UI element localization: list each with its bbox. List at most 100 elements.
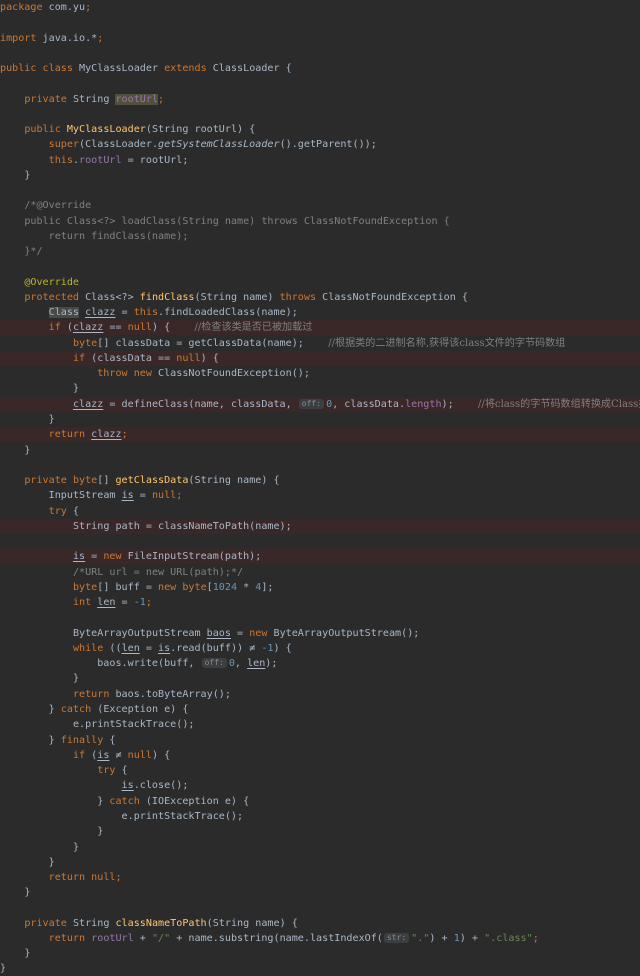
keyword-token: null (91, 872, 116, 883)
code-token: (IOException e) { (139, 796, 250, 807)
code-token: e.printStackTrace(); (121, 811, 244, 822)
brace: } (24, 948, 31, 959)
operator: = (133, 490, 152, 501)
keyword-token: extends (164, 63, 207, 74)
brace: } (97, 796, 104, 807)
string-token: ".class" (484, 933, 533, 944)
keyword-token: catch (109, 796, 140, 807)
type-token: Class (85, 292, 116, 303)
comment-token: //根据类的二进制名称,获得该class文件的字节码数组 (328, 338, 566, 349)
method-name: classNameToPath (115, 918, 207, 929)
keyword-token: new (103, 551, 122, 562)
type-token: InputStream (48, 490, 122, 501)
code-line-23: byte[] classData = getClassData(name); /… (0, 336, 640, 351)
variable-token: len (121, 643, 140, 654)
keyword-token: int (72, 597, 92, 608)
field-token: rootUrl (91, 933, 134, 944)
code-line-17: }*/ (0, 244, 640, 259)
keyword-token: import (0, 33, 37, 44)
code-token: ( (85, 750, 98, 761)
brace: } (72, 673, 80, 684)
keyword-token: this (48, 155, 73, 166)
code-line-39: byte[] buff = new byte[1024 * 4]; (72, 582, 274, 593)
code-line-14: /*@Override (0, 198, 640, 213)
variable-token: len (247, 658, 266, 669)
keyword-token: public (0, 63, 37, 74)
code-token: ) + (429, 933, 454, 944)
brace: } (24, 445, 31, 456)
code-line-29-breakpoint: return clazz; (0, 427, 640, 442)
code-line-16: return findClass(name); (0, 229, 640, 244)
code-token: ) + (459, 933, 485, 944)
keyword-token: return (48, 933, 86, 944)
code-token: ClassNotFoundException { (316, 292, 468, 303)
keyword-token: return (48, 429, 86, 440)
brace: { (66, 506, 80, 517)
code-line-22-breakpoint: if (clazz == null) { //检查该类是否已被加载过 (0, 320, 640, 335)
code-token: [] classData = getClassData(name); (97, 338, 304, 349)
keyword-token: new (249, 628, 268, 639)
keyword-token: if (72, 353, 86, 364)
code-line-44: baos.write(buff, off: 0, len); (0, 656, 640, 671)
code-line-9: public MyClassLoader(String rootUrl) { (0, 122, 640, 137)
brace: } (0, 963, 7, 974)
code-token: e.printStackTrace(); (72, 719, 195, 730)
code-line-21: Class clazz = this.findLoadedClass(name)… (0, 305, 640, 320)
code-token: .write(buff, (121, 658, 201, 669)
code-line-50: if (is ≠ null) { (0, 748, 640, 763)
type-token-selected: Class (48, 307, 80, 318)
keyword-token: byte (182, 582, 207, 593)
brace: } (48, 735, 55, 746)
code-line-64: } (0, 961, 640, 976)
number-token: -1 (261, 643, 274, 654)
constructor-name: MyClassLoader (66, 124, 146, 135)
code-token: ClassNotFoundException(); (151, 368, 310, 379)
code-token: .close(); (133, 780, 189, 791)
variable-token: is (121, 780, 134, 791)
code-line-26: } (0, 381, 640, 396)
semicolon: ; (158, 94, 165, 105)
keyword-token: while (72, 643, 104, 654)
variable-token: baos (206, 628, 231, 639)
code-token: + name.substring(name.lastIndexOf( (170, 933, 383, 944)
code-token: , (234, 658, 248, 669)
keyword-token: private (24, 918, 67, 929)
brace: } (48, 857, 55, 868)
brace: } (24, 170, 31, 181)
code-token: (Exception e) { (91, 704, 189, 715)
code-line-49: } finally { (0, 733, 640, 748)
code-token: FileInputStream(path); (121, 551, 262, 562)
keyword-token: null (127, 322, 152, 333)
method-name: getClassData (115, 475, 189, 486)
string-token: "/" (151, 933, 171, 944)
code-line-38: /*URL url = new URL(path);*/ (0, 565, 640, 580)
annotation-token: @Override (24, 277, 80, 288)
operator: = (230, 628, 250, 639)
code-token: = defineClass(name, classData, (103, 399, 298, 410)
code-token: [] (97, 475, 116, 486)
code-editor[interactable]: package com.yu; import java.io.*; public… (0, 0, 640, 976)
keyword-token: catch (60, 704, 92, 715)
comment-token: public Class<?> loadClass(String name) t… (24, 216, 450, 227)
number-token: 1024 (212, 582, 238, 593)
code-line-7: private String rootUrl; (0, 92, 640, 107)
brace: { (279, 63, 292, 74)
keyword-token: null (127, 750, 152, 761)
brace: } (72, 842, 80, 853)
variable-token: clazz (72, 399, 104, 410)
semicolon: ; (97, 33, 104, 44)
variable-token: is (158, 643, 171, 654)
keyword-token: if (48, 322, 61, 333)
parent-class-name: ClassLoader (212, 63, 280, 74)
code-line-40: int len = -1; (0, 595, 640, 610)
code-line-62: return rootUrl + "/" + name.substring(na… (0, 931, 640, 946)
code-token: baos.toByteArray(); (109, 689, 231, 700)
code-line-43: while ((len = is.read(buff)) ≠ -1) { (0, 641, 640, 656)
comment-token: /*URL url = new URL(path);*/ (72, 567, 244, 578)
code-line-3: import java.io.*; (0, 31, 640, 46)
operator: = (115, 597, 134, 608)
keyword-token: throws (279, 292, 317, 303)
operator: + (133, 933, 152, 944)
string-token: "." (411, 933, 430, 944)
keyword-token: null (151, 490, 177, 501)
